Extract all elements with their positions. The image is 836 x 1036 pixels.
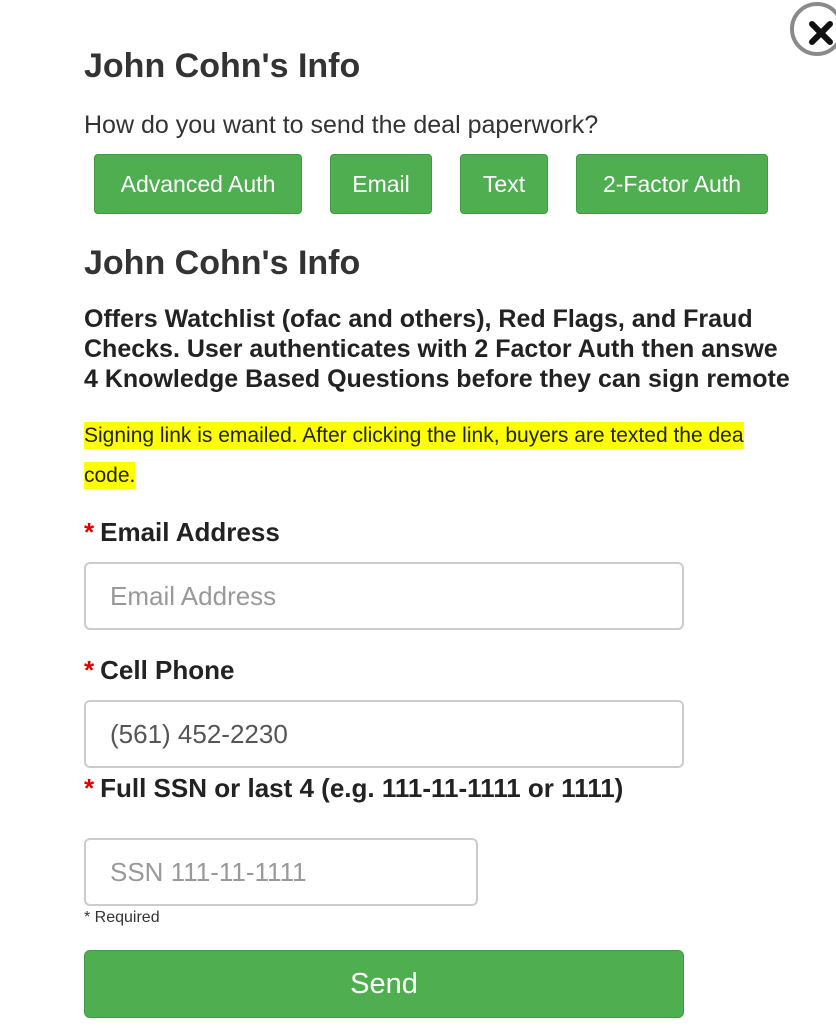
description-line: Offers Watchlist (ofac and others), Red … (84, 305, 753, 333)
required-marker: * (84, 655, 95, 685)
deal-paperwork-modal: John Cohn's Info How do you want to send… (0, 0, 836, 1036)
send-method-question: How do you want to send the deal paperwo… (84, 111, 599, 139)
email-input[interactable] (84, 562, 684, 630)
ssn-label: * Full SSN or last 4 (e.g. 111-11-1111 or… (84, 772, 623, 804)
cell-phone-label: * Cell Phone (84, 654, 234, 686)
section-title: John Cohn's Info (84, 244, 361, 282)
cell-phone-input[interactable] (84, 700, 684, 768)
ssn-label-text: Full SSN or last 4 (e.g. 111-11-1111 or … (100, 773, 624, 803)
close-icon (809, 21, 833, 45)
notice-line: Signing link is emailed. After clicking … (84, 422, 744, 449)
email-label: * Email Address (84, 516, 280, 548)
modal-title: John Cohn's Info (84, 47, 361, 85)
signing-link-notice: Signing link is emailed. After clicking … (84, 416, 836, 496)
send-button[interactable]: Send (84, 950, 684, 1018)
ssn-input[interactable] (84, 838, 478, 906)
required-marker: * (84, 517, 95, 547)
close-button[interactable] (790, 2, 836, 56)
required-note: * Required (84, 909, 160, 926)
description-line: 4 Knowledge Based Questions before they … (84, 365, 790, 393)
email-label-text: Email Address (100, 517, 280, 547)
notice-line: code. (84, 462, 136, 489)
required-marker: * (84, 773, 95, 803)
two-factor-auth-button[interactable]: 2-Factor Auth (576, 154, 768, 214)
advanced-auth-button[interactable]: Advanced Auth (94, 154, 302, 214)
cell-phone-label-text: Cell Phone (100, 655, 235, 685)
method-description: Offers Watchlist (ofac and others), Red … (84, 304, 836, 394)
description-line: Checks. User authenticates with 2 Factor… (84, 335, 778, 363)
email-method-button[interactable]: Email (330, 154, 432, 214)
text-method-button[interactable]: Text (460, 154, 548, 214)
